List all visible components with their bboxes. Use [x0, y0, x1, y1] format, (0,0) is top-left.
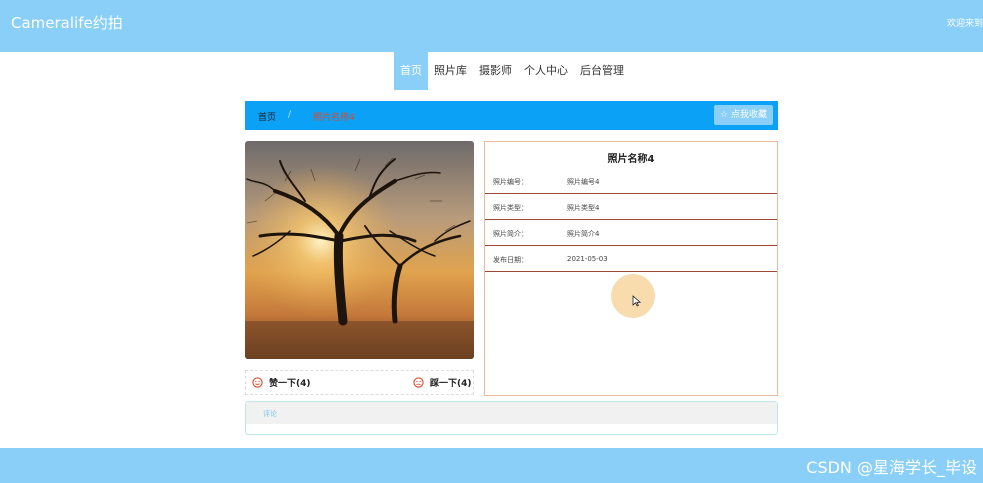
dislike-button[interactable]: 踩一下(4): [413, 376, 472, 389]
breadcrumb: 首页 / 照片名称4 ☆ 点我收藏: [245, 101, 778, 130]
breadcrumb-home[interactable]: 首页: [258, 110, 276, 123]
field-value: 照片简介4: [567, 230, 600, 238]
like-label: 赞一下(4): [269, 379, 311, 389]
nav-item-photos[interactable]: 照片库: [428, 52, 473, 90]
footer-bar: CSDN @星海学长_毕设: [0, 448, 983, 483]
like-button[interactable]: 赞一下(4): [252, 376, 311, 389]
field-label: 照片编号：: [493, 178, 528, 186]
main-nav: 首页 照片库 摄影师 个人中心 后台管理: [394, 52, 630, 90]
vote-panel: 赞一下(4) 踩一下(4): [245, 370, 474, 395]
watermark-text: CSDN @星海学长_毕设: [806, 458, 977, 477]
field-label: 照片类型：: [493, 204, 528, 212]
comments-title: 评论: [246, 402, 777, 424]
field-value: 照片类型4: [567, 204, 600, 212]
info-row-type: 照片类型： 照片类型4: [485, 194, 777, 220]
favorite-button[interactable]: ☆ 点我收藏: [714, 105, 773, 125]
field-label: 发布日期：: [493, 256, 528, 264]
breadcrumb-current: 照片名称4: [313, 113, 355, 123]
field-value: 照片编号4: [567, 178, 600, 186]
info-row-number: 照片编号： 照片编号4: [485, 168, 777, 194]
field-label: 照片简介：: [493, 230, 528, 238]
dislike-label: 踩一下(4): [430, 379, 472, 389]
header-bar: Cameralife约拍 欢迎来到: [0, 0, 983, 52]
nav-item-home[interactable]: 首页: [394, 52, 428, 90]
comments-panel: 评论: [245, 401, 778, 435]
smile-icon: [252, 377, 263, 388]
nav-item-photographers[interactable]: 摄影师: [473, 52, 518, 90]
frown-icon: [413, 377, 424, 388]
nav-item-profile[interactable]: 个人中心: [518, 52, 574, 90]
photo-title: 照片名称4: [607, 154, 655, 165]
mouse-cursor-icon: [632, 295, 641, 307]
breadcrumb-separator: /: [288, 110, 292, 120]
info-row-intro: 照片简介： 照片简介4: [485, 220, 777, 246]
field-value: 2021-05-03: [567, 255, 608, 263]
site-brand[interactable]: Cameralife约拍: [11, 12, 123, 33]
photo-info-panel: 照片名称4 照片编号： 照片编号4 照片类型： 照片类型4 照片简介： 照片简介…: [484, 141, 778, 396]
info-row-date: 发布日期： 2021-05-03: [485, 246, 777, 272]
nav-item-admin[interactable]: 后台管理: [574, 52, 630, 90]
welcome-text: 欢迎来到: [947, 19, 983, 29]
photo-image: [245, 141, 474, 359]
tree-sunset-illustration: [245, 141, 474, 359]
